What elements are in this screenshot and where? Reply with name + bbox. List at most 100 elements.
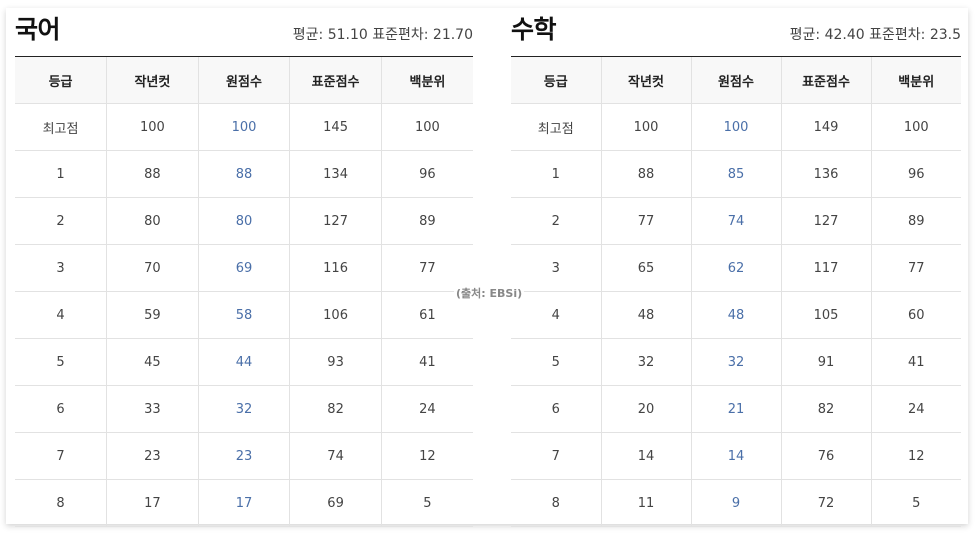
table-row: 8 11 9 72 5 <box>511 479 961 527</box>
table-header-row: 등급 작년컷 원점수 표준점수 백분위 <box>511 57 961 104</box>
score-card: 국어 평균: 51.10 표준편차: 21.70 등급 작년컷 원점수 표준점수… <box>6 8 968 527</box>
standard-score-cell: 93 <box>289 338 382 386</box>
percentile-cell: 96 <box>381 150 473 198</box>
table-row: 6 33 32 82 24 <box>15 385 473 433</box>
korean-table-body: 최고점 100 100 145 100 1 88 88 134 96 2 80 80 127 89 3 70 69… <box>15 103 473 527</box>
table-row: 6 20 21 82 24 <box>511 385 961 433</box>
last-year-cut-cell: 59 <box>106 291 199 339</box>
standard-score-cell: 127 <box>289 197 382 245</box>
raw-score-cell: 85 <box>691 150 782 198</box>
percentile-cell: 5 <box>871 479 961 527</box>
grade-cell: 6 <box>511 385 602 433</box>
column-header-last-year-cut: 작년컷 <box>601 57 692 104</box>
table-row: 4 48 48 105 60 <box>511 291 961 339</box>
raw-score-cell: 58 <box>198 291 291 339</box>
column-header-standard-score: 표준점수 <box>781 57 872 104</box>
last-year-cut-cell: 14 <box>601 432 692 480</box>
standard-score-cell: 149 <box>781 103 872 151</box>
percentile-cell: 12 <box>381 432 473 480</box>
last-year-cut-cell: 88 <box>106 150 199 198</box>
raw-score-cell: 100 <box>198 103 291 151</box>
grade-cell: 4 <box>15 291 108 339</box>
percentile-cell: 89 <box>871 197 961 245</box>
percentile-cell: 12 <box>871 432 961 480</box>
table-header-row: 등급 작년컷 원점수 표준점수 백분위 <box>15 57 473 104</box>
percentile-cell: 41 <box>871 338 961 386</box>
standard-score-cell: 136 <box>781 150 872 198</box>
percentile-cell: 96 <box>871 150 961 198</box>
raw-score-cell: 32 <box>198 385 291 433</box>
last-year-cut-cell: 23 <box>106 432 199 480</box>
table-row: 3 65 62 117 77 <box>511 244 961 292</box>
last-year-cut-cell: 100 <box>106 103 199 151</box>
raw-score-cell: 100 <box>691 103 782 151</box>
grade-cell: 최고점 <box>15 103 108 151</box>
grade-cell: 최고점 <box>511 103 602 151</box>
percentile-cell: 60 <box>871 291 961 339</box>
column-header-raw-score: 원점수 <box>691 57 782 104</box>
column-header-grade: 등급 <box>15 57 108 104</box>
table-row: 최고점 100 100 145 100 <box>15 103 473 151</box>
korean-panel: 국어 평균: 51.10 표준편차: 21.70 등급 작년컷 원점수 표준점수… <box>15 8 473 527</box>
source-label: (출처: EBSi) <box>454 285 525 301</box>
table-row: 5 32 32 91 41 <box>511 338 961 386</box>
grade-cell: 5 <box>511 338 602 386</box>
last-year-cut-cell: 88 <box>601 150 692 198</box>
column-header-percentile: 백분위 <box>871 57 961 104</box>
last-year-cut-cell: 80 <box>106 197 199 245</box>
last-year-cut-cell: 77 <box>601 197 692 245</box>
raw-score-cell: 69 <box>198 244 291 292</box>
table-row: 8 17 17 69 5 <box>15 479 473 527</box>
table-row: 5 45 44 93 41 <box>15 338 473 386</box>
last-year-cut-cell: 20 <box>601 385 692 433</box>
last-year-cut-cell: 17 <box>106 479 199 527</box>
raw-score-cell: 62 <box>691 244 782 292</box>
percentile-cell: 24 <box>381 385 473 433</box>
standard-score-cell: 127 <box>781 197 872 245</box>
grade-cell: 3 <box>511 244 602 292</box>
standard-score-cell: 117 <box>781 244 872 292</box>
math-table-body: 최고점 100 100 149 100 1 88 85 136 96 2 77 74 127 89 3 65 62… <box>511 103 961 527</box>
math-subject-title: 수학 <box>511 15 557 44</box>
standard-score-cell: 82 <box>781 385 872 433</box>
percentile-cell: 5 <box>381 479 473 527</box>
last-year-cut-cell: 33 <box>106 385 199 433</box>
table-row: 4 59 58 106 61 <box>15 291 473 339</box>
percentile-cell: 77 <box>871 244 961 292</box>
last-year-cut-cell: 65 <box>601 244 692 292</box>
grade-cell: 8 <box>15 479 108 527</box>
grade-cell: 6 <box>15 385 108 433</box>
standard-score-cell: 116 <box>289 244 382 292</box>
grade-cell: 5 <box>15 338 108 386</box>
raw-score-cell: 9 <box>691 479 782 527</box>
last-year-cut-cell: 32 <box>601 338 692 386</box>
math-header: 수학 평균: 42.40 표준편차: 23.5 <box>511 8 961 57</box>
grade-cell: 3 <box>15 244 108 292</box>
table-row: 3 70 69 116 77 <box>15 244 473 292</box>
grade-cell: 2 <box>511 197 602 245</box>
korean-subject-title: 국어 <box>15 15 61 44</box>
raw-score-cell: 44 <box>198 338 291 386</box>
math-panel: 수학 평균: 42.40 표준편차: 23.5 등급 작년컷 원점수 표준점수 … <box>511 8 961 527</box>
table-row: 최고점 100 100 149 100 <box>511 103 961 151</box>
table-row: 1 88 88 134 96 <box>15 150 473 198</box>
standard-score-cell: 74 <box>289 432 382 480</box>
raw-score-cell: 17 <box>198 479 291 527</box>
standard-score-cell: 72 <box>781 479 872 527</box>
table-row: 7 14 14 76 12 <box>511 432 961 480</box>
standard-score-cell: 145 <box>289 103 382 151</box>
last-year-cut-cell: 11 <box>601 479 692 527</box>
standard-score-cell: 76 <box>781 432 872 480</box>
table-row: 2 80 80 127 89 <box>15 197 473 245</box>
raw-score-cell: 23 <box>198 432 291 480</box>
grade-cell: 4 <box>511 291 602 339</box>
column-header-last-year-cut: 작년컷 <box>106 57 199 104</box>
math-grade-table: 등급 작년컷 원점수 표준점수 백분위 최고점 100 100 149 100 1 88 85… <box>511 57 961 527</box>
standard-score-cell: 134 <box>289 150 382 198</box>
percentile-cell: 100 <box>381 103 473 151</box>
grade-cell: 1 <box>15 150 108 198</box>
grade-cell: 7 <box>511 432 602 480</box>
column-header-raw-score: 원점수 <box>198 57 291 104</box>
raw-score-cell: 48 <box>691 291 782 339</box>
table-row: 2 77 74 127 89 <box>511 197 961 245</box>
